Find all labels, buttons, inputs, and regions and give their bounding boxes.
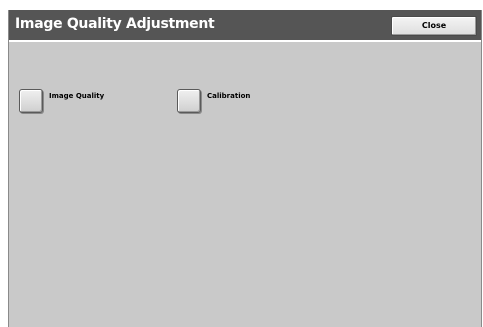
calibration-label: Calibration (207, 92, 251, 100)
calibration-option[interactable]: Calibration (177, 89, 307, 115)
image-quality-checkbox[interactable] (19, 89, 43, 113)
screen-title: Image Quality Adjustment (15, 16, 215, 32)
image-quality-option[interactable]: Image Quality (19, 89, 149, 115)
image-quality-adjustment-screen: Image Quality Adjustment Close Image Qua… (8, 10, 482, 327)
title-bar: Image Quality Adjustment Close (9, 10, 481, 42)
close-button[interactable]: Close (391, 16, 477, 36)
image-quality-label: Image Quality (49, 92, 105, 100)
calibration-checkbox[interactable] (177, 89, 201, 113)
